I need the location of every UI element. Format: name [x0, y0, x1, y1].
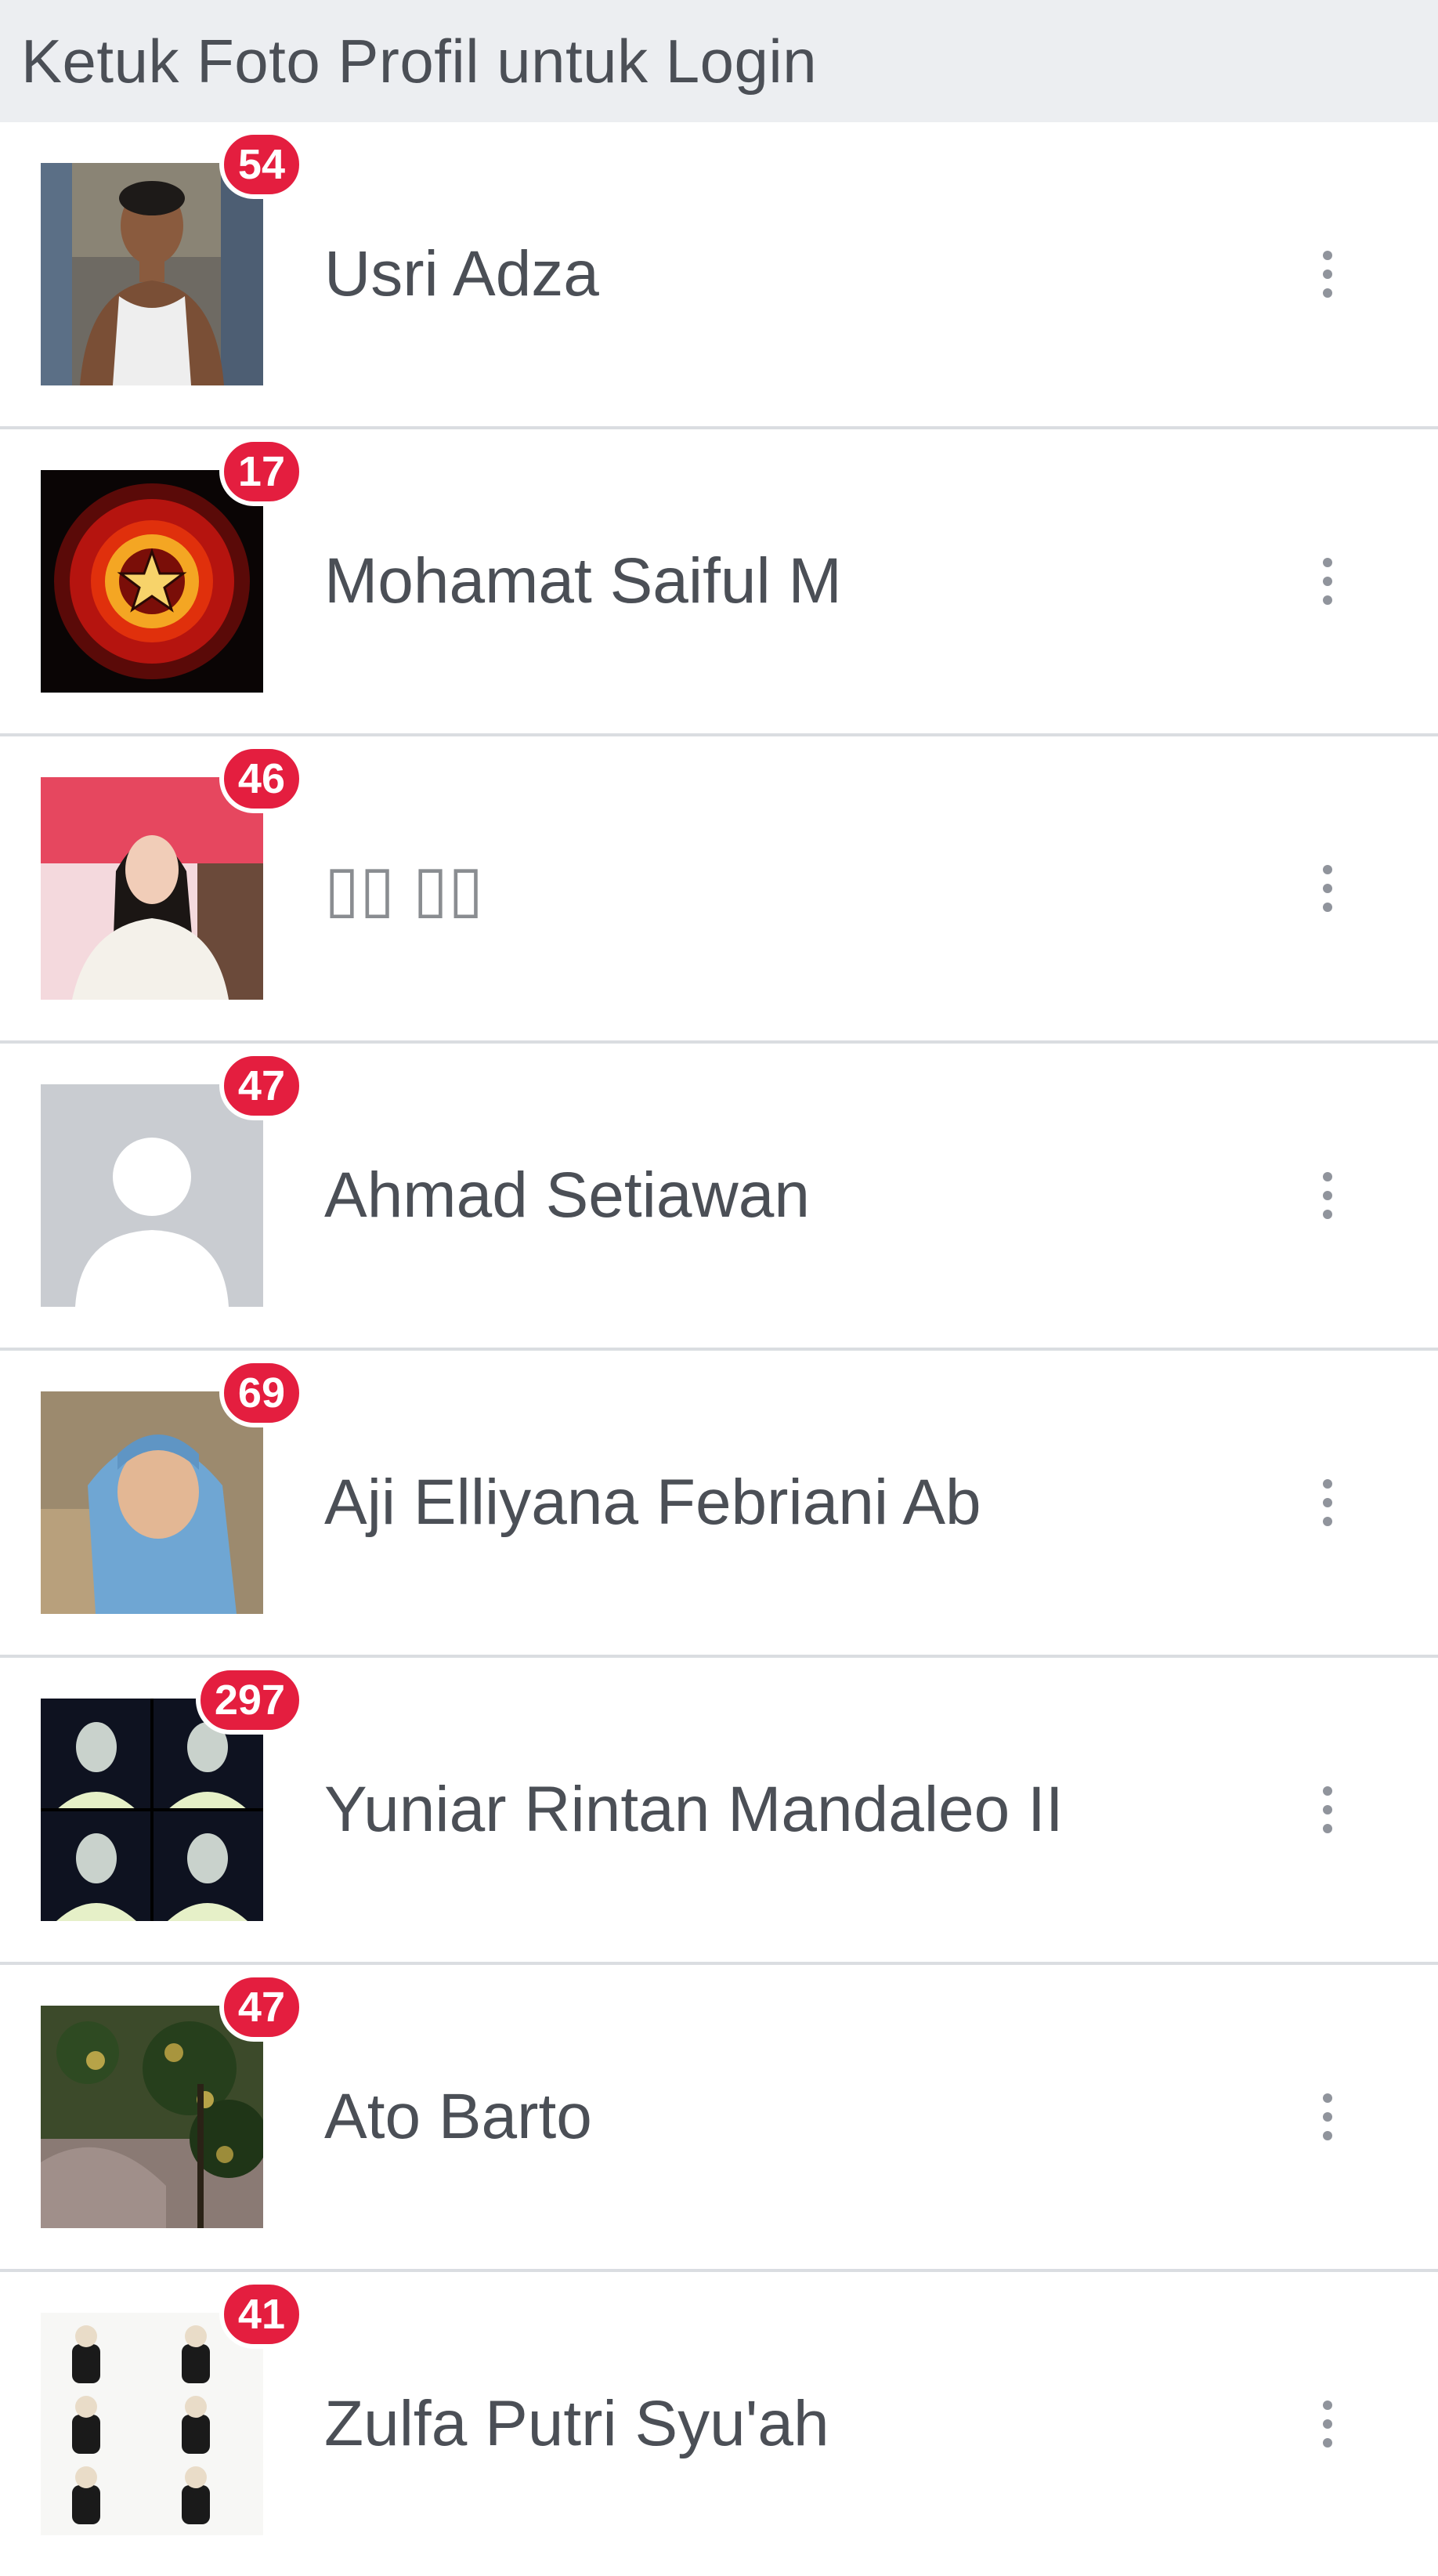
- account-row-ato-barto[interactable]: 47 Ato Barto: [0, 1965, 1438, 2269]
- more-options-icon[interactable]: [1300, 538, 1355, 624]
- account-name[interactable]: Mohamat Saiful M: [324, 545, 842, 618]
- notification-badge: 54: [219, 130, 304, 199]
- account-name[interactable]: Usri Adza: [324, 237, 599, 311]
- profile-photo-button[interactable]: 69: [41, 1359, 304, 1614]
- more-options-icon[interactable]: [1300, 845, 1355, 932]
- account-row-zulfa-putri-syuah[interactable]: 41 Zulfa Putri Syu'ah: [0, 2272, 1438, 2576]
- account-name[interactable]: Yuniar Rintan Mandaleo II: [324, 1773, 1064, 1847]
- account-name[interactable]: Ahmad Setiawan: [324, 1159, 810, 1232]
- profile-photo-button[interactable]: 41: [41, 2280, 304, 2535]
- account-row-mohamat-saiful-m[interactable]: 17 Mohamat Saiful M: [0, 429, 1438, 733]
- notification-badge: 69: [219, 1359, 304, 1427]
- notification-badge: 41: [219, 2280, 304, 2349]
- avatar[interactable]: [41, 1084, 263, 1307]
- account-row-aji-elliyana-febriani-ab[interactable]: 69 Aji Elliyana Febriani Ab: [0, 1351, 1438, 1655]
- avatar[interactable]: [41, 2313, 263, 2535]
- notification-badge: 47: [219, 1051, 304, 1120]
- more-options-icon[interactable]: [1300, 2381, 1355, 2467]
- account-row-unnamed[interactable]: 46 ▯▯ ▯▯: [0, 736, 1438, 1040]
- notification-badge: 297: [195, 1666, 304, 1735]
- account-name[interactable]: ▯▯ ▯▯: [324, 852, 483, 926]
- account-list: 54 Usri Adza 17 Mohamat Saiful M 46 ▯▯ ▯…: [0, 122, 1438, 2576]
- account-name[interactable]: Aji Elliyana Febriani Ab: [324, 1466, 981, 1539]
- page-title: Ketuk Foto Profil untuk Login: [21, 26, 818, 96]
- more-options-icon[interactable]: [1300, 1460, 1355, 1546]
- profile-photo-button[interactable]: 46: [41, 744, 304, 1000]
- account-row-usri-adza[interactable]: 54 Usri Adza: [0, 122, 1438, 426]
- account-row-yuniar-rintan-mandaleo-ii[interactable]: 297 Yuniar Rintan Mandaleo II: [0, 1658, 1438, 1962]
- account-name[interactable]: Ato Barto: [324, 2080, 592, 2154]
- notification-badge: 46: [219, 744, 304, 813]
- avatar[interactable]: [41, 470, 263, 693]
- avatar[interactable]: [41, 777, 263, 1000]
- account-name[interactable]: Zulfa Putri Syu'ah: [324, 2387, 829, 2461]
- avatar[interactable]: [41, 1391, 263, 1614]
- profile-photo-button[interactable]: 54: [41, 130, 304, 385]
- account-row-ahmad-setiawan[interactable]: 47 Ahmad Setiawan: [0, 1044, 1438, 1348]
- profile-photo-button[interactable]: 47: [41, 1051, 304, 1307]
- notification-badge: 17: [219, 437, 304, 506]
- header: Ketuk Foto Profil untuk Login: [0, 0, 1438, 122]
- more-options-icon[interactable]: [1300, 1767, 1355, 1853]
- avatar[interactable]: [41, 2006, 263, 2228]
- profile-photo-button[interactable]: 17: [41, 437, 304, 693]
- notification-badge: 47: [219, 1973, 304, 2042]
- more-options-icon[interactable]: [1300, 2074, 1355, 2160]
- more-options-icon[interactable]: [1300, 231, 1355, 317]
- more-options-icon[interactable]: [1300, 1152, 1355, 1239]
- profile-photo-button[interactable]: 297: [41, 1666, 304, 1921]
- avatar[interactable]: [41, 163, 263, 385]
- profile-photo-button[interactable]: 47: [41, 1973, 304, 2228]
